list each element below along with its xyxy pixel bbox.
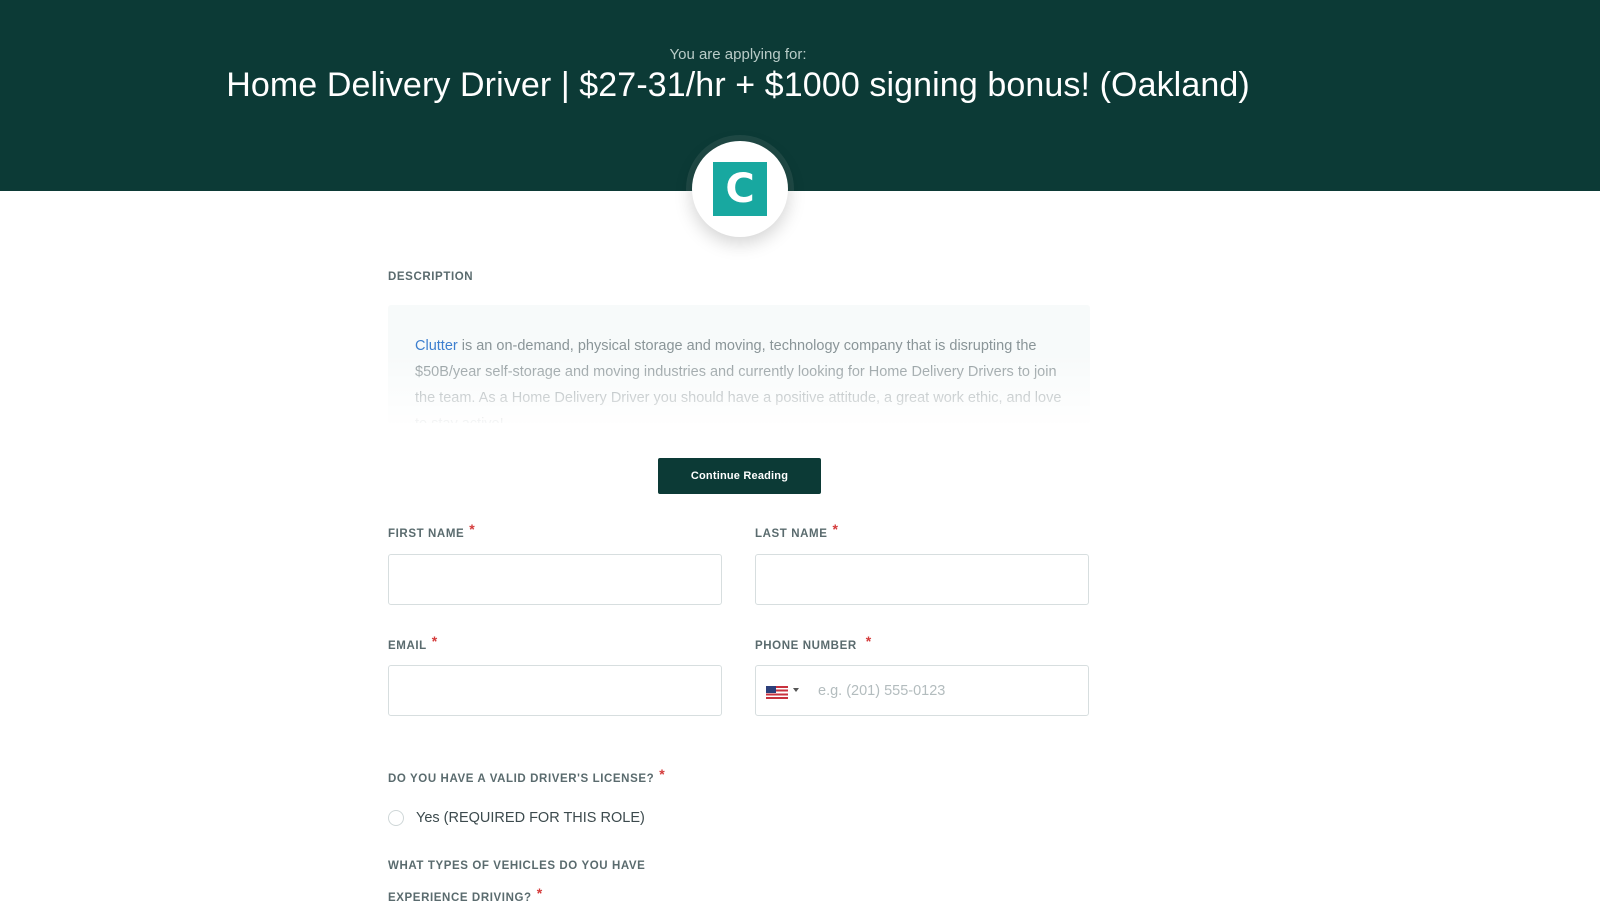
vehicles-question-text: EXPERIENCE DRIVING? (388, 892, 532, 904)
first-name-label-text: FIRST NAME (388, 528, 465, 540)
vehicles-question-line1: WHAT TYPES OF VEHICLES DO YOU HAVE (388, 860, 646, 872)
phone-field[interactable] (755, 665, 1089, 716)
required-marker: * (469, 521, 476, 537)
required-marker: * (865, 633, 872, 649)
required-marker: * (832, 521, 839, 537)
license-question-label: DO YOU HAVE A VALID DRIVER'S LICENSE? * (388, 766, 666, 785)
phone-label: PHONE NUMBER * (755, 633, 872, 652)
email-label-text: EMAIL (388, 640, 427, 652)
phone-input-wrapper[interactable] (808, 666, 1088, 715)
first-name-label: FIRST NAME * (388, 521, 476, 540)
last-name-label-text: LAST NAME (755, 528, 828, 540)
country-selector[interactable] (766, 685, 788, 699)
required-marker: * (536, 885, 543, 901)
email-field[interactable] (388, 665, 722, 716)
phone-label-text: PHONE NUMBER (755, 640, 857, 652)
license-yes-radio[interactable] (388, 810, 404, 826)
description-fade (388, 353, 1090, 423)
last-name-field[interactable] (755, 554, 1089, 605)
company-logo-icon: C (713, 162, 767, 216)
first-name-input[interactable] (389, 555, 721, 604)
email-label: EMAIL * (388, 633, 438, 652)
required-marker: * (659, 766, 666, 782)
vehicles-question-line2: EXPERIENCE DRIVING? * (388, 885, 543, 904)
last-name-input[interactable] (756, 555, 1088, 604)
continue-reading-button[interactable]: Continue Reading (658, 458, 821, 494)
company-link[interactable]: Clutter (415, 338, 458, 354)
license-question-text: DO YOU HAVE A VALID DRIVER'S LICENSE? (388, 773, 655, 785)
description-label: DESCRIPTION (388, 271, 474, 283)
phone-input[interactable] (808, 666, 1088, 715)
license-yes-option[interactable]: Yes (REQUIRED FOR THIS ROLE) (388, 810, 645, 826)
applying-for-label: You are applying for: (669, 46, 807, 63)
page-header: You are applying for: Home Delivery Driv… (0, 0, 1600, 191)
required-marker: * (431, 633, 438, 649)
license-yes-label[interactable]: Yes (REQUIRED FOR THIS ROLE) (416, 810, 645, 826)
company-logo: C (692, 141, 788, 237)
last-name-label: LAST NAME * (755, 521, 839, 540)
description-box: Clutter is an on-demand, physical storag… (388, 305, 1090, 423)
first-name-field[interactable] (388, 554, 722, 605)
email-input[interactable] (389, 666, 721, 715)
us-flag-icon (766, 685, 788, 699)
chevron-down-icon[interactable] (793, 688, 799, 692)
job-title: Home Delivery Driver | $27-31/hr + $1000… (226, 66, 1250, 104)
